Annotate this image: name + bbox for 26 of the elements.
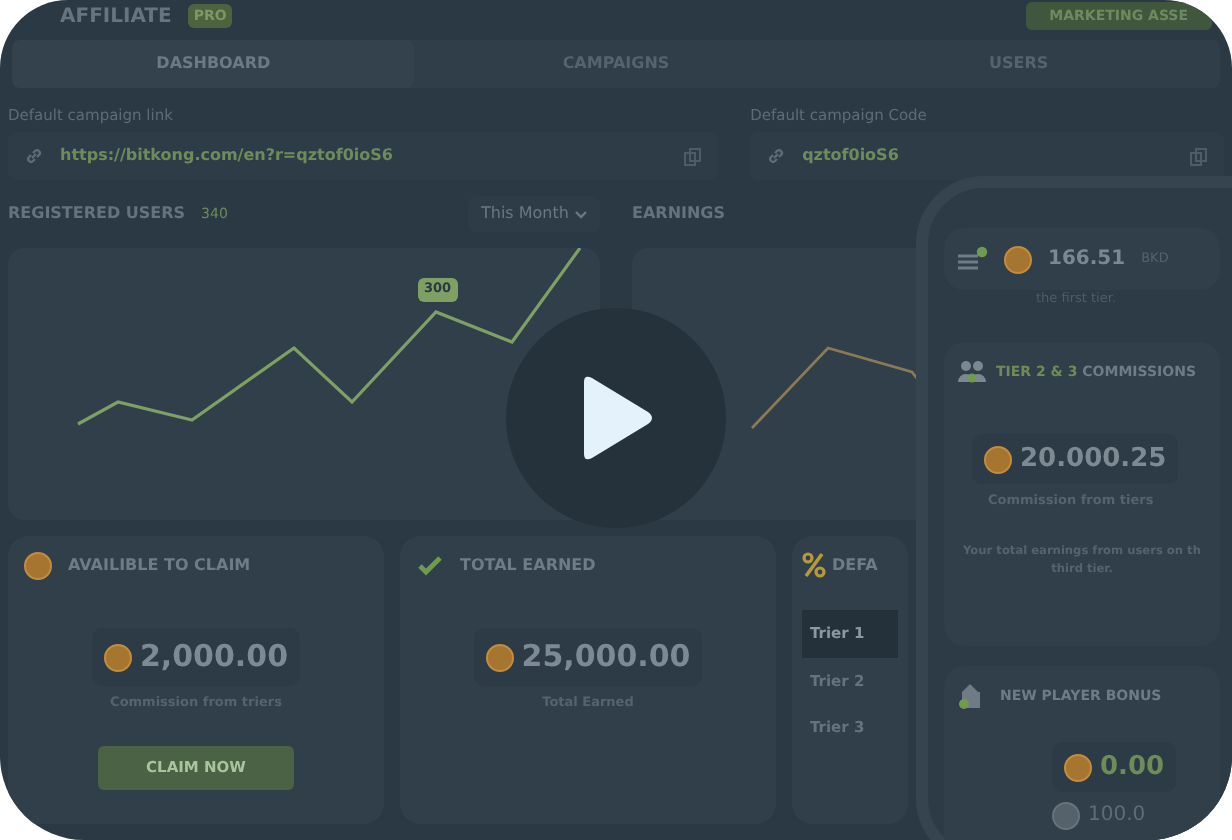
card-title: TOTAL EARNED [460,554,596,579]
coin-icon [1064,753,1092,781]
balance-amount: 166.51 [1048,246,1126,274]
link-icon [24,146,44,167]
amount-display: 20.000.25 [972,433,1179,485]
checkmark-icon [416,552,444,581]
section-title: EARNINGS [632,202,726,227]
coin-icon [1004,245,1032,273]
coin-icon [485,643,514,671]
amount-display: 25,000.00 [473,628,703,686]
coin-icon [103,643,132,671]
section-title: REGISTERED USERS [8,202,186,227]
chevron-down-icon [574,209,588,220]
link-icon [766,146,787,167]
amount-display: 0.00 [1052,741,1177,793]
users-icon [956,357,988,386]
coin-icon [24,552,52,581]
amount-display: 2,000.00 [91,628,301,686]
card-title: DEFA [832,553,878,578]
tab[interactable]: DASHBOARD [12,40,415,88]
menu-icon[interactable] [956,245,988,273]
coin-icon [984,445,1012,473]
card-title: AVAILIBLE TO CLAIM [68,554,251,579]
coin-icon [1052,801,1080,830]
percent-icon [802,552,826,579]
page-title: AFFILIATE [60,3,172,31]
